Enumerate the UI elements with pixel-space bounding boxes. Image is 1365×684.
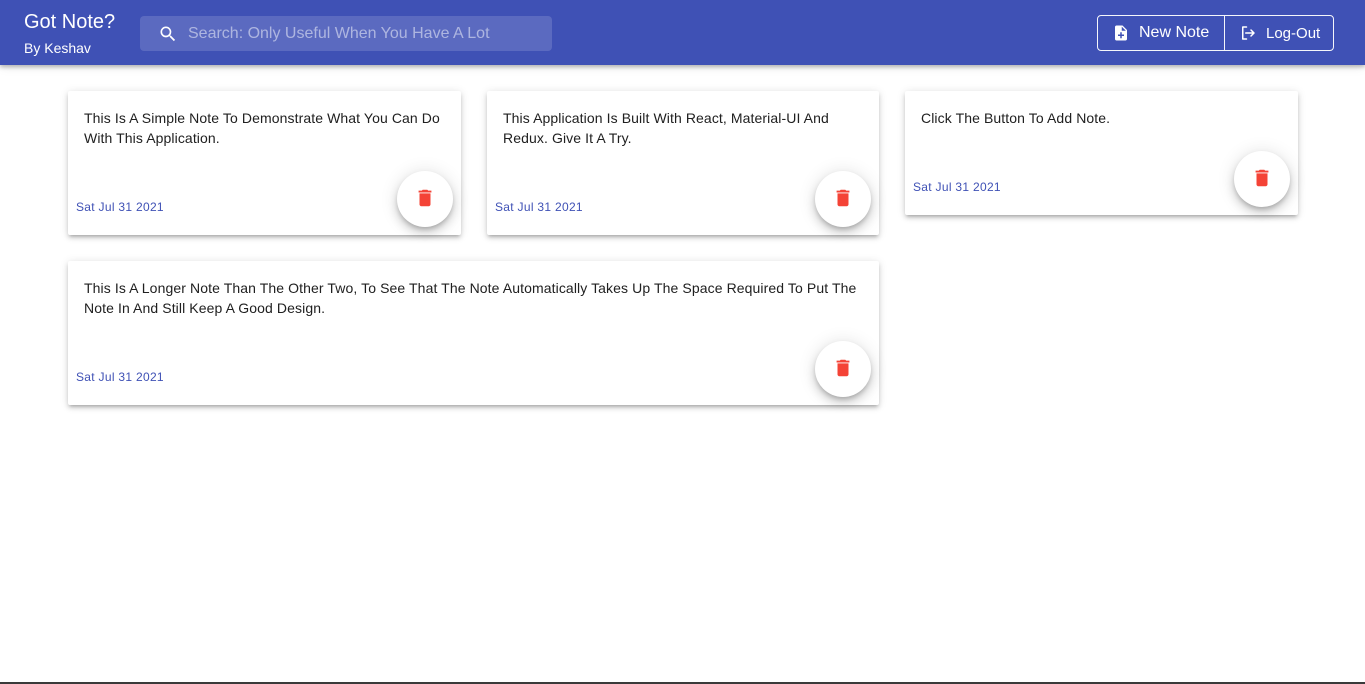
logout-label: Log-Out: [1266, 24, 1321, 42]
note-card: Click The Button To Add Note. Sat Jul 31…: [905, 91, 1298, 215]
logout-button[interactable]: Log-Out: [1224, 16, 1333, 50]
delete-note-button[interactable]: [815, 171, 871, 227]
new-note-label: New Note: [1139, 24, 1210, 41]
trash-icon: [414, 187, 436, 212]
note-date: Sat Jul 31 2021: [76, 200, 164, 214]
note-text: Click The Button To Add Note.: [921, 110, 1111, 126]
note-card: This Application Is Built With React, Ma…: [487, 91, 879, 235]
note-text: This Is A Longer Note Than The Other Two…: [84, 280, 857, 316]
app-title: Got Note?: [24, 11, 116, 33]
search-input[interactable]: [188, 24, 528, 43]
app-subtitle: By Keshav: [24, 40, 91, 56]
note-date: Sat Jul 31 2021: [495, 200, 583, 214]
note-date: Sat Jul 31 2021: [913, 180, 1001, 194]
trash-icon: [1251, 167, 1273, 192]
search-box[interactable]: [140, 16, 552, 51]
logout-icon: [1239, 24, 1257, 42]
trash-icon: [832, 187, 854, 212]
note-add-icon: [1112, 24, 1130, 42]
trash-icon: [832, 357, 854, 382]
note-card: This Is A Longer Note Than The Other Two…: [68, 261, 879, 405]
note-text: This Application Is Built With React, Ma…: [503, 110, 829, 146]
app-bar: Got Note? By Keshav New Note Log-Out: [0, 0, 1365, 65]
note-text: This Is A Simple Note To Demonstrate Wha…: [84, 110, 440, 146]
delete-note-button[interactable]: [397, 171, 453, 227]
search-icon: [158, 24, 178, 44]
note-date: Sat Jul 31 2021: [76, 370, 164, 384]
new-note-button[interactable]: New Note: [1098, 16, 1224, 50]
brand: Got Note? By Keshav: [24, 10, 115, 57]
note-card: This Is A Simple Note To Demonstrate Wha…: [68, 91, 461, 235]
delete-note-button[interactable]: [1234, 151, 1290, 207]
header-button-group: New Note Log-Out: [1097, 15, 1334, 51]
delete-note-button[interactable]: [815, 341, 871, 397]
